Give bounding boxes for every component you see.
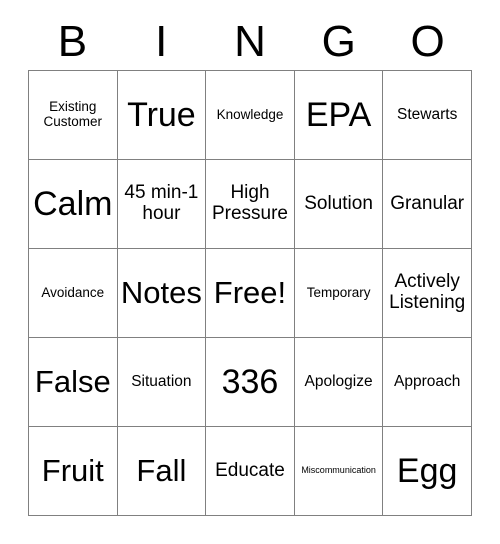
bingo-cell-label: High Pressure xyxy=(211,182,288,224)
bingo-cell-label: Temporary xyxy=(306,284,371,300)
bingo-cell-i5[interactable]: Fall xyxy=(117,427,207,516)
bingo-header-letter-b: B xyxy=(57,17,88,66)
bingo-cell-label: Solution xyxy=(304,192,373,214)
bingo-header-letter-n: N xyxy=(234,17,266,66)
bingo-cell-n4[interactable]: 336 xyxy=(206,338,295,427)
bingo-cell-label: Granular xyxy=(390,192,465,214)
bingo-cell-b4[interactable]: False xyxy=(29,338,118,427)
bingo-row-5: Fruit Fall Educate Miscommunication Egg xyxy=(29,427,472,516)
bingo-cell-o1[interactable]: Stewarts xyxy=(383,71,472,160)
bingo-cell-label: True xyxy=(127,95,196,134)
bingo-row-4: False Situation 336 Apologize Approach xyxy=(29,338,472,427)
bingo-header: B I N G O xyxy=(28,14,472,70)
bingo-cell-n2[interactable]: High Pressure xyxy=(206,160,295,249)
bingo-row-2: Calm 45 min-1 hour High Pressure Solutio… xyxy=(29,160,472,249)
bingo-cell-label: Free! xyxy=(213,275,287,311)
bingo-cell-label: Fall xyxy=(136,453,187,489)
bingo-cell-label: Fruit xyxy=(41,453,104,489)
bingo-cell-o4[interactable]: Approach xyxy=(383,338,472,427)
bingo-cell-b2[interactable]: Calm xyxy=(29,160,118,249)
bingo-cell-label: 45 min-1 hour xyxy=(124,182,199,224)
bingo-header-letter-o: O xyxy=(410,17,445,66)
bingo-cell-label: Calm xyxy=(33,184,113,223)
bingo-cell-free-space[interactable]: Free! xyxy=(206,249,295,338)
bingo-cell-b5[interactable]: Fruit xyxy=(29,427,118,516)
bingo-cell-label: Stewarts xyxy=(397,105,458,123)
bingo-cell-label: Actively Listening xyxy=(389,271,466,313)
bingo-cell-i3[interactable]: Notes xyxy=(117,249,207,338)
bingo-cell-label: Notes xyxy=(120,275,202,311)
bingo-cell-n1[interactable]: Knowledge xyxy=(206,71,295,160)
bingo-cell-label: Apologize xyxy=(304,372,373,390)
bingo-cell-i4[interactable]: Situation xyxy=(117,338,207,427)
bingo-cell-b3[interactable]: Avoidance xyxy=(29,249,118,338)
bingo-cell-label: Situation xyxy=(131,372,192,390)
bingo-cell-o5[interactable]: Egg xyxy=(383,427,472,516)
bingo-cell-label: Egg xyxy=(396,451,458,490)
bingo-cell-g5[interactable]: Miscommunication xyxy=(294,427,384,516)
bingo-row-1: Existing Customer True Knowledge EPA Ste… xyxy=(29,71,472,160)
bingo-cell-i1[interactable]: True xyxy=(117,71,207,160)
bingo-cell-label: EPA xyxy=(305,95,372,134)
bingo-cell-g2[interactable]: Solution xyxy=(294,160,384,249)
bingo-cell-label: Avoidance xyxy=(41,284,105,300)
bingo-cell-label: False xyxy=(34,364,111,400)
bingo-cell-n5[interactable]: Educate xyxy=(206,427,295,516)
bingo-card: B I N G O Existing Customer True Knowled… xyxy=(28,14,472,516)
bingo-cell-o2[interactable]: Granular xyxy=(383,160,472,249)
bingo-cell-label: 336 xyxy=(221,362,279,401)
bingo-cell-i2[interactable]: 45 min-1 hour xyxy=(117,160,207,249)
bingo-cell-o3[interactable]: Actively Listening xyxy=(383,249,472,338)
bingo-cell-label: Approach xyxy=(393,372,461,390)
bingo-header-letter-g: G xyxy=(321,17,356,66)
bingo-row-3: Avoidance Notes Free! Temporary Actively… xyxy=(29,249,472,338)
bingo-cell-g3[interactable]: Temporary xyxy=(294,249,384,338)
bingo-header-letter-i: I xyxy=(155,17,168,66)
bingo-grid: Existing Customer True Knowledge EPA Ste… xyxy=(28,70,472,516)
bingo-cell-label: Knowledge xyxy=(216,106,284,122)
bingo-cell-b1[interactable]: Existing Customer xyxy=(29,71,118,160)
bingo-cell-g1[interactable]: EPA xyxy=(294,71,384,160)
bingo-cell-label: Miscommunication xyxy=(301,465,376,476)
bingo-cell-g4[interactable]: Apologize xyxy=(294,338,384,427)
bingo-cell-label: Educate xyxy=(215,459,285,481)
bingo-cell-label: Existing Customer xyxy=(43,99,103,129)
